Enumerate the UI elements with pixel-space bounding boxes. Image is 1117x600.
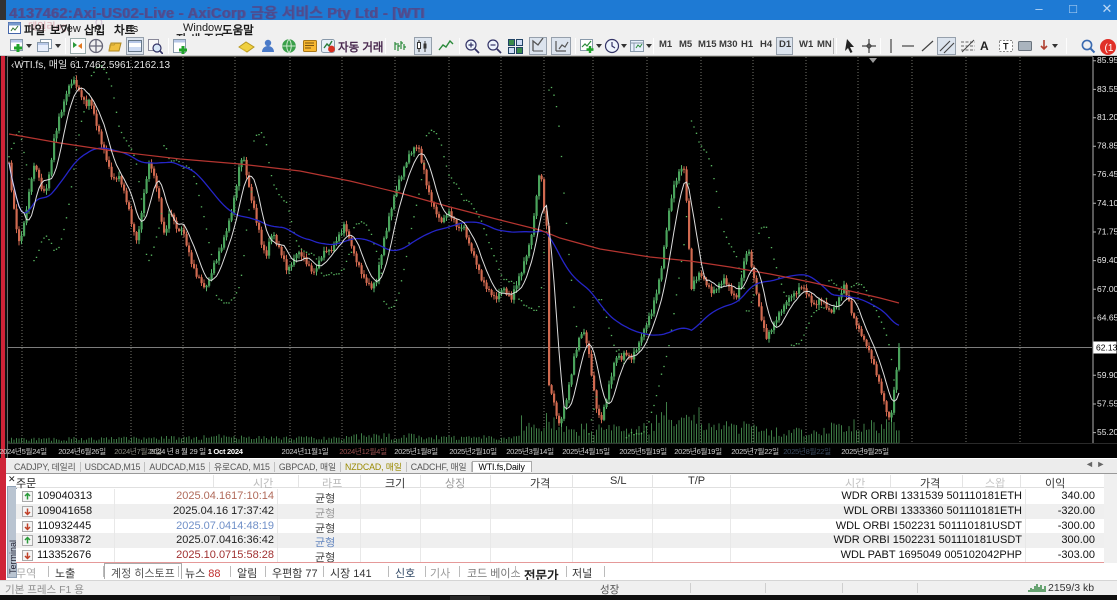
svg-text:2025년5월19일: 2025년5월19일 <box>619 446 667 456</box>
svg-text:2024년12월4일: 2024년12월4일 <box>339 446 387 456</box>
svg-text:81.20: 81.20 <box>1097 112 1117 122</box>
svg-text:2024년6월26일: 2024년6월26일 <box>58 446 106 456</box>
svg-text:2024년5월24일: 2024년5월24일 <box>0 446 47 456</box>
svg-text:78.85: 78.85 <box>1097 141 1117 151</box>
svg-text:57.55: 57.55 <box>1097 399 1117 409</box>
svg-text:2025년9월25일: 2025년9월25일 <box>841 446 889 456</box>
svg-text:59.90: 59.90 <box>1097 370 1117 380</box>
svg-text:67.00: 67.00 <box>1097 284 1117 294</box>
svg-text:2025년7월22일: 2025년7월22일 <box>731 446 779 456</box>
svg-text:74.10: 74.10 <box>1097 198 1117 208</box>
svg-text:(1: (1 <box>1105 43 1114 54</box>
svg-text:71.75: 71.75 <box>1097 227 1117 237</box>
svg-text:2025년6월19일: 2025년6월19일 <box>674 446 722 456</box>
svg-text:85.95: 85.95 <box>1097 56 1117 65</box>
svg-text:2024년11월1일: 2024년11월1일 <box>282 446 329 456</box>
svg-text:2025년1월8일: 2025년1월8일 <box>394 446 438 456</box>
svg-text:2025년3월14일: 2025년3월14일 <box>506 446 554 456</box>
svg-text:69.40: 69.40 <box>1097 255 1117 265</box>
svg-text:2024 년 8 월 29 일 1 Oct 2024: 2024 년 8 월 29 일 1 Oct 2024 <box>149 446 243 456</box>
svg-text:55.20: 55.20 <box>1097 427 1117 437</box>
svg-text:2025년8월22일: 2025년8월22일 <box>783 446 831 456</box>
svg-text:64.65: 64.65 <box>1097 313 1117 323</box>
svg-text:62.13: 62.13 <box>1096 343 1117 353</box>
svg-text:83.55: 83.55 <box>1097 84 1117 94</box>
svg-text:2025년4월15일: 2025년4월15일 <box>562 446 610 456</box>
svg-text:76.45: 76.45 <box>1097 169 1117 179</box>
svg-text:‹WTI.fs, 매일 61.7462.5961.2162.: ‹WTI.fs, 매일 61.7462.5961.2162.13 <box>11 59 170 71</box>
svg-text:T: T <box>1003 42 1009 52</box>
svg-text:2025년2월10일: 2025년2월10일 <box>449 446 497 456</box>
